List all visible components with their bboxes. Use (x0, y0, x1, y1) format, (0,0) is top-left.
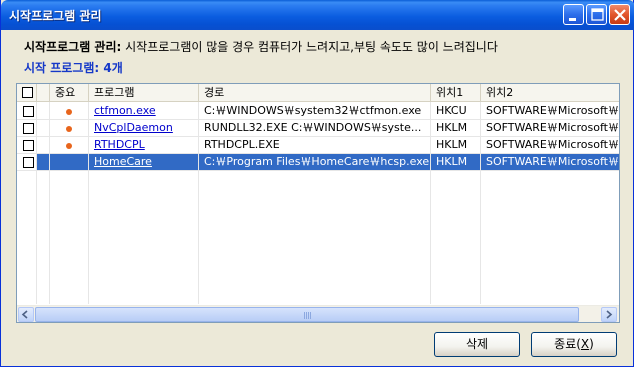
delete-button[interactable]: 삭제 (434, 332, 520, 357)
header-path[interactable]: 경로 (199, 84, 431, 102)
startup-list[interactable]: 중요 프로그램 경로 위치1 위치2 ctfmon.exe C:￦WINDOWS￦… (16, 83, 620, 323)
row-location2-cell: SOFTWARE￦Microsoft￦ (481, 137, 619, 154)
close-icon (614, 9, 626, 21)
scrollbar-grip (304, 312, 312, 319)
list-header: 중요 프로그램 경로 위치1 위치2 (17, 84, 619, 102)
row-location1-cell: HKCU (431, 103, 481, 120)
grid-line (36, 102, 37, 304)
dialog-window: 시작프로그램 관리 시작프로그램 관리: 시작프로그램이 많을 경우 컴퓨터가 … (0, 0, 634, 367)
scroll-left-icon (21, 310, 28, 319)
row-important-cell (50, 120, 89, 137)
grid-line (430, 102, 431, 304)
minimize-icon (569, 18, 576, 21)
close-button[interactable] (609, 4, 630, 25)
row-program-cell[interactable]: HomeCare (89, 154, 199, 171)
checkbox-icon[interactable] (22, 87, 33, 98)
checkbox-icon[interactable] (23, 123, 34, 134)
exit-button[interactable]: 종료(X) (531, 332, 617, 357)
description-bold: 시작프로그램 관리: (24, 40, 122, 54)
header-location1[interactable]: 위치1 (431, 84, 481, 102)
row-location1-cell: HKLM (431, 120, 481, 137)
exit-button-prefix: 종료( (554, 337, 581, 351)
scroll-right-button[interactable] (601, 307, 617, 322)
important-dot-icon (66, 143, 72, 149)
row-path-cell: RUNDLL32.EXE C:￦WINDOWS￦syste... (199, 120, 431, 137)
important-dot-icon (66, 109, 72, 115)
header-important[interactable]: 중요 (50, 84, 89, 102)
grid-line (88, 102, 89, 304)
exit-button-suffix: ) (589, 337, 594, 351)
important-dot-icon (66, 126, 72, 132)
table-row[interactable]: NvCplDaemon RUNDLL32.EXE C:￦WINDOWS￦syste… (17, 120, 619, 137)
row-location2-cell: SOFTWARE￦Microsoft￦ (481, 120, 619, 137)
scroll-left-button[interactable] (18, 307, 34, 322)
header-select-all[interactable] (17, 84, 37, 102)
header-location2[interactable]: 위치2 (481, 84, 619, 102)
startup-count-label: 시작 프로그램: 4개 (24, 61, 123, 75)
program-link[interactable]: HomeCare (94, 155, 152, 168)
row-program-cell[interactable]: ctfmon.exe (89, 103, 199, 120)
row-checkbox-cell[interactable] (17, 154, 37, 171)
description-text: 시작프로그램 관리: 시작프로그램이 많을 경우 컴퓨터가 느려지고,부팅 속도… (24, 38, 498, 55)
header-blank[interactable] (37, 84, 50, 102)
title-bar[interactable]: 시작프로그램 관리 (1, 0, 634, 30)
table-row[interactable]: RTHDCPL RTHDCPL.EXE HKLM SOFTWARE￦Microsoft… (17, 137, 619, 154)
row-important-cell (50, 103, 89, 120)
row-checkbox-cell[interactable] (17, 120, 37, 137)
scrollbar-thumb[interactable] (35, 307, 579, 322)
checkbox-icon[interactable] (23, 140, 34, 151)
row-checkbox-cell[interactable] (17, 103, 37, 120)
grid-line (49, 102, 50, 304)
table-row[interactable]: ctfmon.exe C:￦WINDOWS￦system32￦ctfmon.exe… (17, 103, 619, 120)
window-title: 시작프로그램 관리 (9, 9, 102, 23)
checkbox-icon[interactable] (23, 157, 34, 168)
scroll-right-icon (606, 310, 613, 319)
row-program-cell[interactable]: RTHDCPL (89, 137, 199, 154)
row-location2-cell: SOFTWARE￦Microsoft￦ (481, 154, 619, 171)
row-location1-cell: HKLM (431, 137, 481, 154)
row-program-cell[interactable]: NvCplDaemon (89, 120, 199, 137)
grid-line (480, 102, 481, 304)
row-important-cell (50, 154, 89, 171)
program-link[interactable]: RTHDCPL (94, 138, 145, 151)
program-link[interactable]: ctfmon.exe (94, 104, 156, 117)
program-link[interactable]: NvCplDaemon (94, 121, 173, 134)
header-program[interactable]: 프로그램 (89, 84, 199, 102)
horizontal-scrollbar[interactable] (17, 305, 619, 322)
row-path-cell: RTHDCPL.EXE (199, 137, 431, 154)
row-location2-cell: SOFTWARE￦Microsoft￦ (481, 103, 619, 120)
row-path-cell: C:￦WINDOWS￦system32￦ctfmon.exe (199, 103, 431, 120)
description-body: 시작프로그램이 많을 경우 컴퓨터가 느려지고,부팅 속도도 많이 느려집니다 (121, 40, 498, 54)
table-row[interactable]: HomeCare C:￦Program Files￦HomeCare￦hcsp.e… (17, 154, 619, 171)
row-important-cell (50, 137, 89, 154)
maximize-button[interactable] (586, 4, 607, 25)
grid-line (198, 102, 199, 304)
minimize-button[interactable] (563, 4, 584, 25)
exit-button-key: X (580, 337, 590, 351)
row-path-cell: C:￦Program Files￦HomeCare￦hcsp.exe (199, 154, 431, 171)
maximize-icon (591, 8, 604, 21)
row-location1-cell: HKLM (431, 154, 481, 171)
row-checkbox-cell[interactable] (17, 137, 37, 154)
checkbox-icon[interactable] (23, 106, 34, 117)
